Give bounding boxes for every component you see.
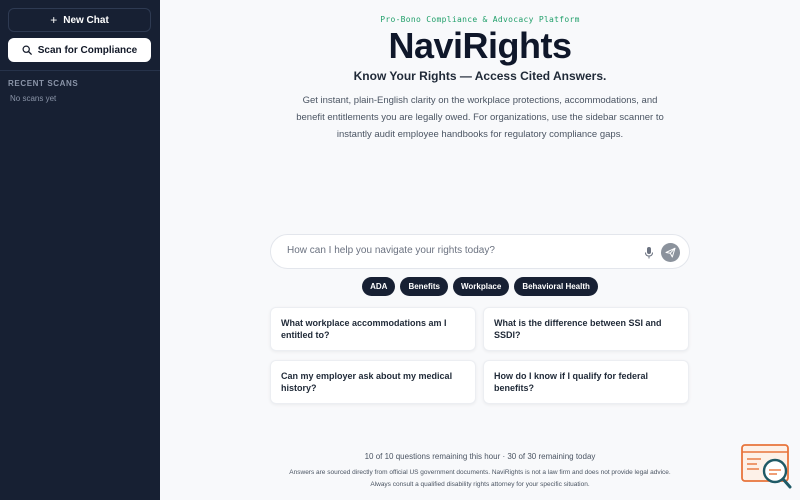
send-icon — [665, 247, 676, 258]
page-description: Get instant, plain-English clarity on th… — [296, 95, 664, 140]
search-icon — [22, 45, 32, 55]
topic-chips: ADA Benefits Workplace Behavioral Health — [160, 277, 800, 296]
chip-behavioral-health[interactable]: Behavioral Health — [514, 277, 598, 296]
suggestion-card[interactable]: How do I know if I qualify for federal b… — [483, 360, 689, 404]
document-search-icon[interactable] — [741, 444, 793, 490]
page-subtitle: Know Your Rights — Access Cited Answers. — [353, 69, 607, 83]
sidebar-divider — [0, 70, 160, 71]
send-button[interactable] — [661, 243, 680, 262]
chip-workplace[interactable]: Workplace — [453, 277, 510, 296]
suggestion-card[interactable]: What is the difference between SSI and S… — [483, 307, 689, 351]
new-chat-label: New Chat — [63, 14, 109, 26]
suggestion-card[interactable]: Can my employer ask about my medical his… — [270, 360, 476, 404]
plus-icon: + — [50, 13, 58, 27]
disclaimer-line: Always consult a qualified disability ri… — [370, 481, 590, 488]
disclaimer-line: Answers are sourced directly from offici… — [289, 469, 671, 476]
chip-benefits[interactable]: Benefits — [400, 277, 448, 296]
chip-ada[interactable]: ADA — [362, 277, 396, 296]
chat-input-bar — [270, 234, 690, 269]
usage-quota: 10 of 10 questions remaining this hour ·… — [364, 452, 596, 461]
tagline: Pro-Bono Compliance & Advocacy Platform — [380, 15, 580, 24]
scan-compliance-button[interactable]: Scan for Compliance — [8, 38, 151, 62]
chat-input[interactable] — [287, 245, 627, 256]
sidebar: + New Chat Scan for Compliance RECENT SC… — [0, 0, 160, 500]
mic-icon[interactable] — [643, 246, 655, 260]
new-chat-button[interactable]: + New Chat — [8, 8, 151, 32]
main-panel: Pro-Bono Compliance & Advocacy Platform … — [160, 0, 800, 500]
brand-title: NaviRights — [388, 25, 572, 66]
recent-scans-empty: No scans yet — [10, 94, 57, 103]
legal-disclaimer: Answers are sourced directly from offici… — [260, 467, 700, 491]
scan-compliance-label: Scan for Compliance — [37, 44, 138, 56]
recent-scans-heading: RECENT SCANS — [8, 79, 79, 88]
suggestion-card[interactable]: What workplace accommodations am I entit… — [270, 307, 476, 351]
